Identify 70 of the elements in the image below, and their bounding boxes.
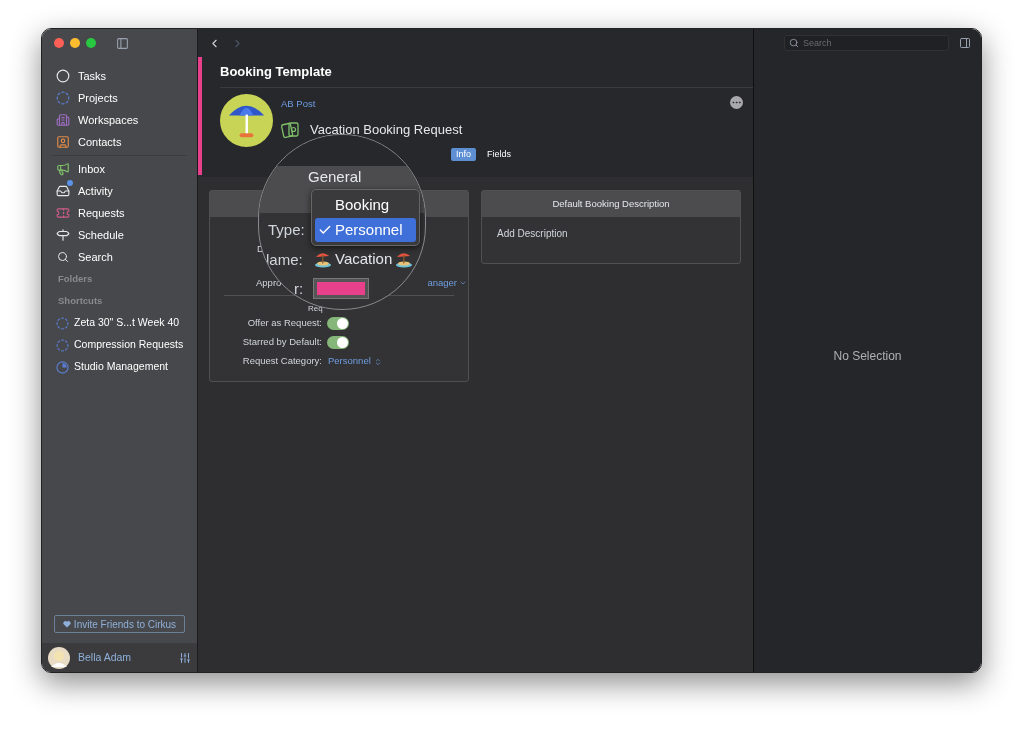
- field-label: r:: [294, 280, 304, 298]
- sidebar-item[interactable]: Tasks: [52, 65, 187, 87]
- umbrella-avatar-drawing: [220, 94, 273, 147]
- approver-popup[interactable]: anager: [427, 275, 467, 291]
- zoom-window-button[interactable]: [86, 38, 96, 48]
- settings-icon[interactable]: [179, 651, 191, 664]
- field-label: Appro: [256, 275, 282, 290]
- page-title: Booking Template: [220, 57, 753, 88]
- shortcut-item[interactable]: Zeta 30" S...t Week 40: [52, 312, 187, 334]
- description-field[interactable]: Add Description: [482, 217, 740, 241]
- toggle-switch[interactable]: [327, 336, 349, 349]
- dashed-circle-icon: [56, 316, 69, 330]
- dashed-circle-icon: [56, 91, 70, 105]
- pie-circle-icon: [56, 360, 69, 374]
- tab[interactable]: Fields: [482, 148, 517, 161]
- sidebar-item[interactable]: Activity: [52, 180, 187, 202]
- color-swatch[interactable]: [313, 278, 369, 299]
- sidebar-item[interactable]: Search: [52, 246, 187, 268]
- toggle-label: Starred by Default:: [241, 335, 322, 350]
- ticket-icon: [56, 206, 70, 220]
- checkmark-icon: [318, 223, 332, 237]
- megaphone-icon: [56, 162, 70, 176]
- avatar: [48, 646, 70, 669]
- sidebar-toggle-icon[interactable]: [116, 36, 129, 50]
- circle-icon: [56, 69, 70, 83]
- section-label: Req: [308, 304, 323, 314]
- search-icon: [57, 251, 69, 263]
- invite-button[interactable]: Invite Friends to Cirkus: [54, 615, 185, 633]
- owner-link[interactable]: AB Post: [281, 97, 730, 112]
- beach-umbrella-icon: [314, 250, 332, 268]
- section-heading: Folders: [57, 271, 94, 286]
- toggle-switch[interactable]: [327, 317, 349, 330]
- signpost-icon: [56, 228, 70, 242]
- close-window-button[interactable]: [54, 38, 64, 48]
- search-icon: [789, 38, 799, 48]
- sidebar-item[interactable]: Schedule: [52, 224, 187, 246]
- section-heading: Shortcuts: [57, 293, 104, 308]
- shortcut-item[interactable]: Compression Requests: [52, 334, 187, 356]
- category-label: Request Category:: [241, 354, 322, 369]
- card-title: General: [308, 168, 362, 185]
- field-label: lame:: [266, 251, 303, 269]
- up-down-icon: [373, 357, 382, 366]
- request-name: Vacation Booking Request: [310, 121, 463, 140]
- card-title: Default Booking Description: [482, 191, 740, 217]
- cards-icon: [281, 121, 301, 139]
- inspector-toggle-icon[interactable]: [959, 37, 971, 49]
- building-icon: [56, 113, 70, 127]
- toggle-label: Offer as Request:: [246, 316, 322, 331]
- sidebar-item[interactable]: Workspaces: [52, 109, 187, 131]
- shortcut-item[interactable]: Studio Management: [52, 356, 187, 378]
- category-popup[interactable]: Personnel: [328, 354, 382, 369]
- chevron-down-icon: [459, 279, 467, 287]
- color-fill: [317, 282, 365, 295]
- minimize-window-button[interactable]: [70, 38, 80, 48]
- menu-item[interactable]: Personnel: [315, 218, 416, 242]
- menu-item[interactable]: Booking: [315, 193, 416, 217]
- sidebar-item[interactable]: Contacts: [52, 131, 187, 153]
- field-label: Type:: [268, 221, 305, 239]
- heart-icon: [62, 620, 71, 628]
- beach-umbrella-icon: [395, 250, 414, 268]
- sidebar-item[interactable]: Inbox: [52, 158, 187, 180]
- name-value: Vacation: [335, 250, 393, 268]
- empty-state-text: No Selection: [833, 347, 902, 365]
- sidebar-item[interactable]: Requests: [52, 202, 187, 224]
- search-field[interactable]: Search: [784, 35, 949, 51]
- tray-icon: [56, 184, 70, 198]
- dashed-circle-icon: [56, 338, 69, 352]
- contact-card-icon: [56, 135, 70, 149]
- sidebar-item[interactable]: Projects: [52, 87, 187, 109]
- more-button[interactable]: [730, 96, 743, 109]
